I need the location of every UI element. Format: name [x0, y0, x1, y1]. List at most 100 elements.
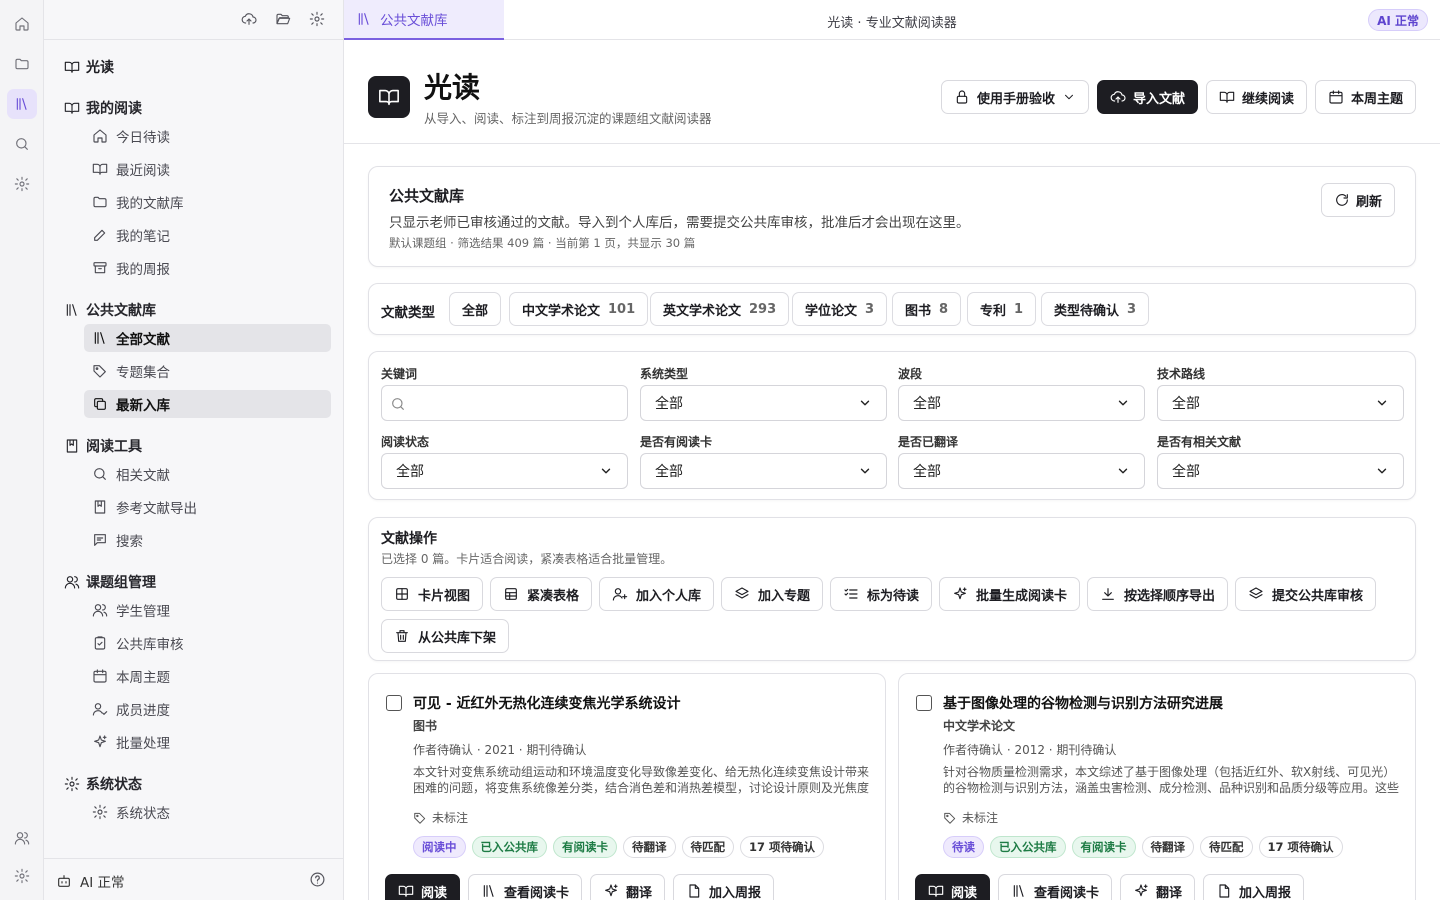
document-title[interactable]: 基于图像处理的谷物检测与识别方法研究进展	[943, 693, 1223, 713]
filter-label: 波段	[898, 367, 923, 381]
tab-public-library[interactable]: 公共文献库	[344, 0, 504, 40]
sidebar-item-system-status[interactable]: 系统状态	[84, 798, 331, 826]
grid-icon	[396, 588, 408, 600]
reading-status-select[interactable]: 全部	[381, 453, 628, 489]
library-icon[interactable]	[7, 89, 37, 119]
gear-icon[interactable]	[7, 861, 37, 891]
sidebar-item-topics[interactable]: 专题集合	[84, 357, 331, 385]
lock-icon	[956, 90, 968, 104]
mark-to-read-button[interactable]: 标为待读	[830, 577, 933, 611]
document-checkbox[interactable]	[916, 695, 932, 711]
read-button[interactable]: 阅读	[915, 874, 991, 900]
sidebar-item-label: 成员进度	[116, 703, 170, 719]
export-order-button[interactable]: 按选择顺序导出	[1087, 577, 1229, 611]
type-chip-en-paper[interactable]: 英文学术论文 293	[650, 292, 790, 326]
sparkles-icon	[94, 735, 107, 748]
import-button[interactable]: 导入文献	[1097, 80, 1199, 114]
read-button[interactable]: 阅读	[385, 874, 461, 900]
tags-icon	[93, 365, 106, 378]
batch-generate-button[interactable]: 批量生成阅读卡	[939, 577, 1081, 611]
tech-route-select[interactable]: 全部	[1157, 385, 1404, 421]
sidebar-section-tools[interactable]: 阅读工具	[64, 436, 142, 456]
ai-status[interactable]: AI 正常	[56, 871, 125, 891]
type-chip-patent[interactable]: 专利 1	[967, 292, 1037, 326]
manual-button[interactable]: 使用手册验收	[941, 80, 1090, 114]
translate-button[interactable]: 翻译	[590, 874, 666, 900]
sidebar-item-search[interactable]: 搜索	[84, 526, 331, 554]
refresh-button[interactable]: 刷新	[1320, 183, 1395, 217]
chip-label: 全部	[462, 303, 489, 319]
type-chip-all[interactable]: 全部	[449, 292, 502, 326]
status-badge: 17 项待确认	[1258, 836, 1343, 858]
sidebar-item-export[interactable]: 参考文献导出	[84, 493, 331, 521]
sidebar-item-weekly[interactable]: 我的周报	[84, 254, 331, 282]
sidebar-item-theme[interactable]: 本周主题	[84, 662, 331, 690]
book-open-icon	[92, 163, 108, 175]
type-chip-cn-paper[interactable]: 中文学术论文 101	[509, 292, 649, 326]
ai-status-label: AI 正常	[80, 875, 125, 891]
sidebar-item-batch[interactable]: 批量处理	[84, 728, 331, 756]
has-card-select[interactable]: 全部	[640, 453, 887, 489]
document-note[interactable]: 未标注	[413, 809, 468, 826]
sidebar-item-students[interactable]: 学生管理	[84, 596, 331, 624]
sidebar-section-public-library[interactable]: 公共文献库	[64, 300, 156, 320]
add-personal-button[interactable]: 加入个人库	[599, 577, 715, 611]
sidebar-brand[interactable]: 光读	[64, 57, 114, 77]
sidebar-item-label: 最新入库	[116, 398, 170, 414]
folder-icon[interactable]	[7, 49, 37, 79]
search-icon[interactable]	[7, 129, 37, 159]
home-icon	[93, 129, 107, 143]
sidebar-item-recent[interactable]: 最近阅读	[84, 155, 331, 183]
system-type-select[interactable]: 全部	[640, 385, 887, 421]
band-select[interactable]: 全部	[898, 385, 1145, 421]
sidebar-item-all-docs[interactable]: 全部文献	[84, 324, 331, 352]
bot-icon	[58, 875, 70, 887]
document-checkbox[interactable]	[386, 695, 402, 711]
document-note[interactable]: 未标注	[943, 809, 998, 826]
weekly-theme-button[interactable]: 本周主题	[1315, 80, 1417, 114]
add-weekly-button[interactable]: 加入周报	[673, 874, 775, 900]
sidebar-item-my-library[interactable]: 我的文献库	[84, 188, 331, 216]
add-weekly-button[interactable]: 加入周报	[1203, 874, 1305, 900]
view-card-button[interactable]: 查看阅读卡	[998, 874, 1113, 900]
document-tags: 阅读中 已入公共库 有阅读卡 待翻译 待匹配 17 项待确认	[413, 836, 825, 858]
continue-reading-button[interactable]: 继续阅读	[1206, 80, 1308, 114]
add-topic-button[interactable]: 加入专题	[721, 577, 824, 611]
sidebar-section-my-reading[interactable]: 我的阅读	[64, 98, 142, 118]
folder-open-icon[interactable]	[275, 11, 291, 27]
translated-select[interactable]: 全部	[898, 453, 1145, 489]
help-icon[interactable]	[309, 871, 326, 888]
chip-label: 图书	[905, 303, 932, 319]
ai-status-badge[interactable]: AI 正常	[1368, 9, 1428, 31]
users-icon[interactable]	[7, 823, 37, 853]
sidebar-section-system[interactable]: 系统状态	[64, 774, 142, 794]
sidebar-item-review[interactable]: 公共库审核	[84, 629, 331, 657]
sidebar-item-latest[interactable]: 最新入库	[84, 390, 331, 418]
submit-review-button[interactable]: 提交公共库审核	[1235, 577, 1377, 611]
view-card-button[interactable]: 查看阅读卡	[468, 874, 583, 900]
sidebar-item-today[interactable]: 今日待读	[84, 122, 331, 150]
filter-label: 是否有阅读卡	[640, 435, 713, 449]
upload-cloud-icon[interactable]	[241, 11, 257, 27]
sidebar-item-notes[interactable]: 我的笔记	[84, 221, 331, 249]
type-chip-book[interactable]: 图书 8	[892, 292, 962, 326]
keyword-input[interactable]	[381, 385, 628, 421]
sidebar-item-progress[interactable]: 成员进度	[84, 695, 331, 723]
gear-icon[interactable]	[7, 169, 37, 199]
gear-icon[interactable]	[309, 11, 325, 27]
card-view-button[interactable]: 卡片视图	[381, 577, 484, 611]
sidebar-item-related[interactable]: 相关文献	[84, 460, 331, 488]
sidebar-section-group[interactable]: 课题组管理	[64, 572, 156, 592]
translate-button[interactable]: 翻译	[1120, 874, 1196, 900]
document-title[interactable]: 可见 - 近红外无热化连续变焦光学系统设计	[413, 693, 681, 713]
type-chip-unknown[interactable]: 类型待确认 3	[1041, 292, 1150, 326]
gear-icon	[64, 776, 80, 792]
compact-table-button[interactable]: 紧凑表格	[490, 577, 593, 611]
book-open-icon	[64, 61, 80, 73]
note-label: 未标注	[432, 811, 469, 825]
type-chip-thesis[interactable]: 学位论文 3	[792, 292, 888, 326]
home-icon[interactable]	[7, 9, 37, 39]
has-related-select[interactable]: 全部	[1157, 453, 1404, 489]
remove-public-button[interactable]: 从公共库下架	[381, 619, 510, 653]
sidebar-item-label: 我的文献库	[116, 196, 184, 212]
